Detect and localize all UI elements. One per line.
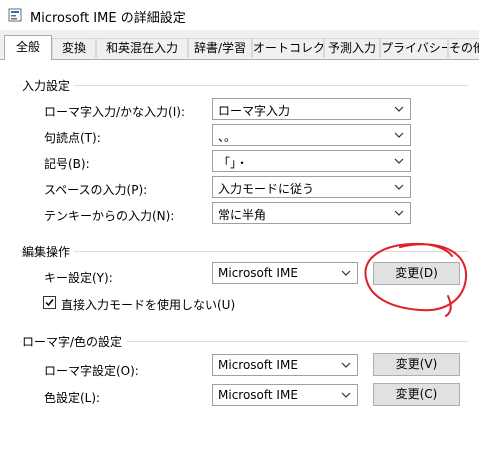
numpad-input-label: テンキーからの入力(N): <box>44 209 175 223</box>
chevron-down-icon <box>394 132 404 138</box>
ime-settings-icon <box>8 8 22 22</box>
key-setting-value: Microsoft IME <box>218 266 298 280</box>
punctuation-select[interactable]: 、。 <box>212 124 411 146</box>
tab-other[interactable]: その他 <box>448 38 479 58</box>
romaji-setting-label: ローマ字設定(O): <box>44 364 139 378</box>
romaji-color-title: ローマ字/色の設定 <box>22 333 127 350</box>
symbol-value: 「」・ <box>218 156 249 170</box>
window-title: Microsoft IME の詳細設定 <box>30 11 186 26</box>
color-setting-select[interactable]: Microsoft IME <box>212 384 358 406</box>
color-change-button[interactable]: 変更(C) <box>373 383 460 406</box>
direct-input-checkbox[interactable] <box>43 296 56 309</box>
punctuation-label: 句読点(T): <box>44 131 101 145</box>
punctuation-value: 、。 <box>218 130 237 144</box>
romaji-kana-label: ローマ字入力/かな入力(I): <box>44 105 185 119</box>
space-input-select[interactable]: 入力モードに従う <box>212 176 411 198</box>
general-tab-panel: 入力設定 ローマ字入力/かな入力(I): ローマ字入力 句読点(T): 、。 記… <box>0 59 479 470</box>
input-settings-title: 入力設定 <box>22 77 75 94</box>
chevron-down-icon <box>394 106 404 112</box>
tab-privacy[interactable]: プライバシー <box>380 38 448 58</box>
chevron-down-icon <box>341 270 351 276</box>
romaji-kana-value: ローマ字入力 <box>218 104 291 118</box>
color-setting-value: Microsoft IME <box>218 388 298 402</box>
romaji-kana-select[interactable]: ローマ字入力 <box>212 98 411 120</box>
checkmark-icon <box>45 299 54 307</box>
edit-operations-divider <box>20 251 468 252</box>
romaji-setting-select[interactable]: Microsoft IME <box>212 354 358 376</box>
tab-dictionary[interactable]: 辞書/学習 <box>188 38 252 58</box>
tab-conversion[interactable]: 変換 <box>52 38 96 58</box>
chevron-down-icon <box>394 210 404 216</box>
direct-input-checkbox-label[interactable]: 直接入力モードを使用しない(U) <box>61 296 235 313</box>
input-settings-divider <box>20 85 468 86</box>
numpad-input-select[interactable]: 常に半角 <box>212 202 411 224</box>
tab-general[interactable]: 全般 <box>4 35 52 60</box>
romaji-setting-value: Microsoft IME <box>218 358 298 372</box>
chevron-down-icon <box>341 362 351 368</box>
key-setting-label: キー設定(Y): <box>44 271 113 285</box>
key-setting-change-button[interactable]: 変更(D) <box>373 262 460 285</box>
tab-prediction[interactable]: 予測入力 <box>324 38 380 58</box>
color-setting-label: 色設定(L): <box>44 391 101 405</box>
tab-autocorrect[interactable]: オートコレクト <box>252 38 324 58</box>
chevron-down-icon <box>394 184 404 190</box>
symbol-label: 記号(B): <box>44 157 90 171</box>
chevron-down-icon <box>394 158 404 164</box>
key-setting-select[interactable]: Microsoft IME <box>212 262 358 284</box>
space-input-value: 入力モードに従う <box>218 182 315 196</box>
tab-strip: 全般 変換 和英混在入力 辞書/学習 オートコレクト 予測入力 プライバシー そ… <box>0 35 479 60</box>
romaji-change-button[interactable]: 変更(V) <box>373 353 460 376</box>
title-bar: Microsoft IME の詳細設定 <box>0 0 479 30</box>
numpad-input-value: 常に半角 <box>218 208 267 222</box>
symbol-select[interactable]: 「」・ <box>212 150 411 172</box>
edit-operations-title: 編集操作 <box>22 243 75 260</box>
space-input-label: スペースの入力(P): <box>44 183 148 197</box>
tab-mixed-input[interactable]: 和英混在入力 <box>96 38 188 58</box>
chevron-down-icon <box>341 392 351 398</box>
